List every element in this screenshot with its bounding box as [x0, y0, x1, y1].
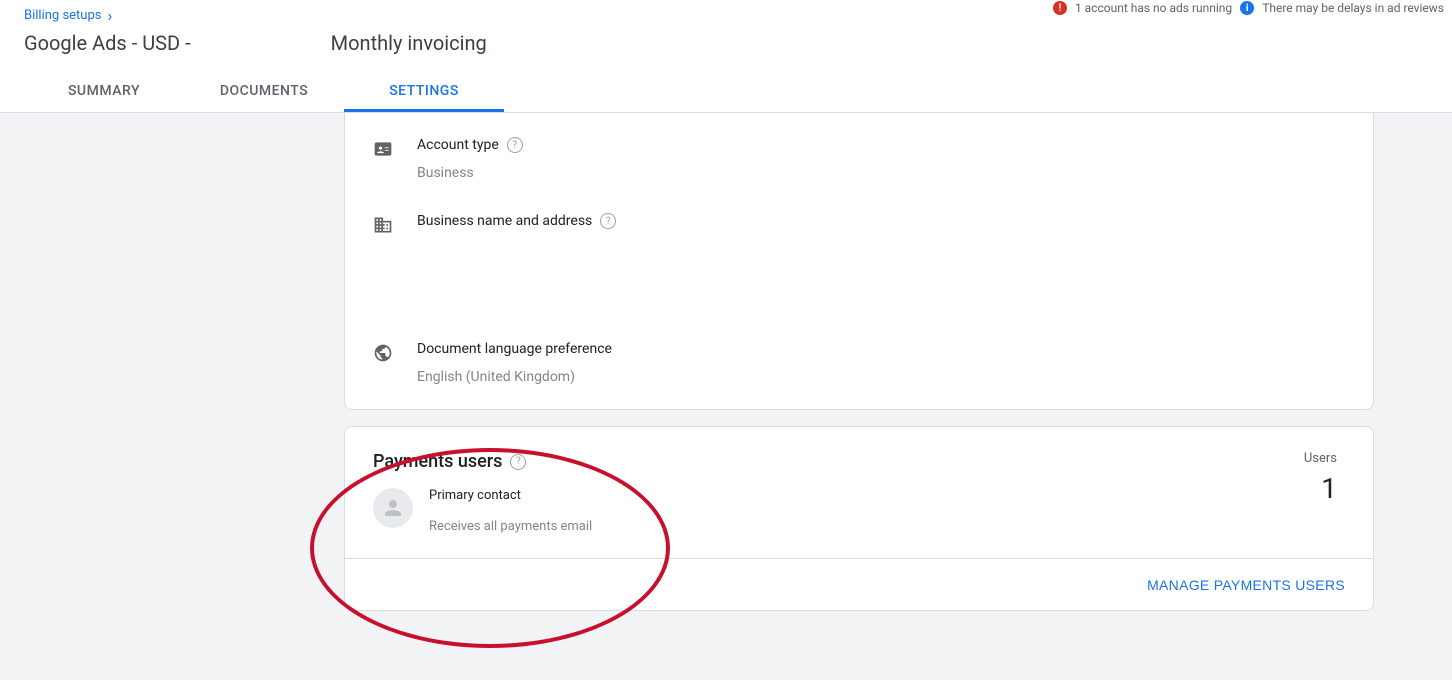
- header: ! 1 account has no ads running i There m…: [0, 0, 1452, 113]
- setting-content: Document language preference English (Un…: [417, 341, 1345, 385]
- payments-right: Users 1: [1304, 451, 1345, 505]
- help-icon[interactable]: ?: [510, 454, 526, 470]
- breadcrumb-link[interactable]: Billing setups: [24, 8, 101, 23]
- address-value-placeholder: [417, 229, 1345, 309]
- setting-label-row: Account type ?: [417, 137, 1345, 153]
- content-area: Account type ? Business Business name an…: [0, 113, 1452, 611]
- setting-label-row: Document language preference: [417, 341, 1345, 357]
- manage-payments-users-button[interactable]: MANAGE PAYMENTS USERS: [1147, 577, 1345, 593]
- tab-documents[interactable]: DOCUMENTS: [184, 73, 344, 112]
- building-icon: [373, 215, 393, 235]
- setting-label-row: Business name and address ?: [417, 213, 1345, 229]
- setting-language[interactable]: Document language preference English (Un…: [373, 341, 1345, 385]
- setting-label: Account type: [417, 137, 499, 153]
- setting-content: Business name and address ?: [417, 213, 1345, 309]
- setting-value: Business: [417, 165, 1345, 181]
- account-icon: [373, 139, 393, 159]
- tabs: SUMMARY DOCUMENTS SETTINGS: [24, 73, 1428, 112]
- contact-info: Primary contact Receives all payments em…: [429, 488, 592, 534]
- settings-card: Account type ? Business Business name an…: [344, 113, 1374, 410]
- tab-settings[interactable]: SETTINGS: [344, 73, 504, 112]
- users-label: Users: [1304, 451, 1337, 466]
- setting-value: English (United Kingdom): [417, 369, 1345, 385]
- chevron-right-icon: ›: [107, 6, 112, 25]
- payments-footer: MANAGE PAYMENTS USERS: [345, 559, 1373, 610]
- help-icon[interactable]: ?: [600, 213, 616, 229]
- title-row: Google Ads - USD - Monthly invoicing: [24, 31, 1428, 55]
- payments-title-row: Payments users ?: [373, 451, 592, 472]
- tab-summary[interactable]: SUMMARY: [24, 73, 184, 112]
- notification-text-2: There may be delays in ad reviews: [1262, 1, 1444, 15]
- payments-left: Payments users ? Primary contact Receive…: [373, 451, 592, 534]
- error-icon: !: [1053, 1, 1067, 15]
- setting-account-type[interactable]: Account type ? Business: [373, 137, 1345, 181]
- payments-title: Payments users: [373, 451, 502, 472]
- payments-main: Payments users ? Primary contact Receive…: [345, 427, 1373, 559]
- notification-text-1: 1 account has no ads running: [1075, 1, 1232, 15]
- setting-content: Account type ? Business: [417, 137, 1345, 181]
- contact-label: Primary contact: [429, 488, 592, 503]
- globe-icon: [373, 343, 393, 363]
- avatar: [373, 488, 413, 528]
- section-title: Monthly invoicing: [331, 31, 487, 55]
- contact-desc: Receives all payments email: [429, 519, 592, 534]
- primary-contact-row[interactable]: Primary contact Receives all payments em…: [373, 488, 592, 534]
- setting-label: Business name and address: [417, 213, 592, 229]
- info-icon: i: [1240, 1, 1254, 15]
- help-icon[interactable]: ?: [507, 137, 523, 153]
- setting-label: Document language preference: [417, 341, 612, 357]
- page-title: Google Ads - USD -: [24, 31, 191, 55]
- notification-bar: ! 1 account has no ads running i There m…: [1053, 0, 1444, 16]
- payments-users-card: Payments users ? Primary contact Receive…: [344, 426, 1374, 611]
- setting-business-address[interactable]: Business name and address ?: [373, 213, 1345, 309]
- users-count: 1: [1304, 472, 1337, 505]
